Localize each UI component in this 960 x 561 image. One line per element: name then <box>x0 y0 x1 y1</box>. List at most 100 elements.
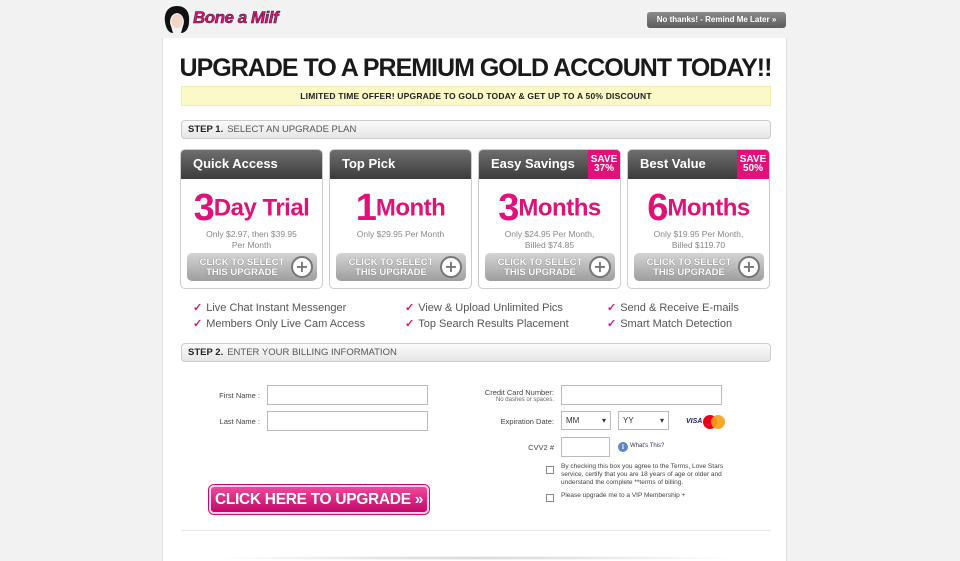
visa-icon: VISA <box>686 418 703 425</box>
feature-item: ✓ Members Only Live Cam Access <box>193 317 365 330</box>
plan-duration: 1Month <box>330 187 471 230</box>
plan-duration-unit: Months <box>518 194 601 222</box>
feature-item: ✓ Top Search Results Placement <box>405 317 569 330</box>
select-plan-button[interactable]: CLICK TO SELECT THIS UPGRADE + <box>634 253 764 281</box>
card-number-label: Credit Card Number: No dashes or spaces. <box>463 388 554 403</box>
plan-duration-number: 3 <box>498 187 519 229</box>
logo-head-icon <box>164 6 190 33</box>
card-number-label-text: Credit Card Number: <box>484 388 554 397</box>
select-plan-button[interactable]: CLICK TO SELECT THIS UPGRADE + <box>187 253 317 281</box>
card-number-hint: No dashes or spaces. <box>495 397 554 403</box>
upgrade-panel: UPGRADE TO A PREMIUM GOLD ACCOUNT TODAY!… <box>162 38 787 561</box>
top-bar: Bone a Milf No thanks! - Remind Me Later… <box>0 0 960 38</box>
feature-label: View & Upload Unlimited Pics <box>418 302 563 314</box>
plan-duration-unit: Months <box>667 194 750 222</box>
chevron-down-icon: ▾ <box>601 416 606 425</box>
last-name-input[interactable] <box>267 411 428 431</box>
plan-card-best-value[interactable]: Best Value SAVE 50% 6Months Only $19.95 P… <box>627 149 770 289</box>
plan-name: Best Value <box>640 156 706 171</box>
select-plan-button[interactable]: CLICK TO SELECT THIS UPGRADE + <box>336 253 466 281</box>
last-name-label: Last Name : <box>219 417 260 426</box>
plan-card-top-pick[interactable]: Top Pick 1Month Only $29.95 Per Month CL… <box>329 149 472 289</box>
plan-duration: 3Day Trial <box>181 187 322 230</box>
terms-text: By checking this box you agree to the Te… <box>561 463 724 486</box>
offer-banner: LIMITED TIME OFFER! UPGRADE TO GOLD TODA… <box>181 86 771 106</box>
step2-number: STEP 2. <box>188 347 224 358</box>
feature-item: ✓ Send & Receive E-mails <box>607 301 739 314</box>
check-icon: ✓ <box>405 302 415 314</box>
select-plan-label: CLICK TO SELECT THIS UPGRADE <box>348 257 434 278</box>
save-badge: SAVE 37% <box>588 150 620 179</box>
check-icon: ✓ <box>193 302 203 314</box>
select-plan-button[interactable]: CLICK TO SELECT THIS UPGRADE + <box>485 253 615 281</box>
plan-name: Quick Access <box>181 150 322 179</box>
feature-item: ✓ Live Chat Instant Messenger <box>193 301 346 314</box>
expiration-month-select[interactable]: MM ▾ <box>561 411 611 430</box>
plan-price-line2: Billed $119.70 <box>671 239 726 250</box>
bottom-shadow <box>203 556 748 560</box>
select-plan-label: CLICK TO SELECT THIS UPGRADE <box>497 257 583 278</box>
page-title: UPGRADE TO A PREMIUM GOLD ACCOUNT TODAY!… <box>179 54 773 82</box>
feature-label: Members Only Live Cam Access <box>206 318 366 330</box>
save-badge-percent: 37% <box>593 163 614 174</box>
plan-duration-number: 3 <box>193 187 215 229</box>
plus-icon: + <box>738 256 760 278</box>
remind-later-button[interactable]: No thanks! - Remind Me Later » <box>647 12 786 28</box>
year-value: YY <box>623 416 634 425</box>
feature-item: ✓ Smart Match Detection <box>607 317 732 330</box>
plan-card-easy-savings[interactable]: Easy Savings SAVE 37% 3Months Only $24.95… <box>478 149 621 289</box>
plan-name: Easy Savings <box>491 156 575 171</box>
plus-icon: + <box>589 256 611 278</box>
first-name-input[interactable] <box>267 385 428 405</box>
check-icon: ✓ <box>193 318 203 330</box>
check-icon: ✓ <box>607 302 617 314</box>
plan-duration-unit: Month <box>375 194 446 222</box>
expiration-label: Expiration Date: <box>500 417 554 426</box>
plan-header: Best Value SAVE 50% <box>628 150 769 179</box>
plus-icon: + <box>291 256 313 278</box>
terms-checkbox[interactable] <box>546 466 554 474</box>
upgrade-button[interactable]: CLICK HERE TO UPGRADE » <box>209 485 429 514</box>
plan-name: Top Pick <box>330 150 471 179</box>
first-name-label: First Name : <box>219 391 260 400</box>
cvv-label: CVV2 # <box>528 443 554 452</box>
plan-price-line1: Only $29.95 Per Month <box>356 229 445 239</box>
select-plan-label: CLICK TO SELECT THIS UPGRADE <box>199 257 285 278</box>
card-number-input[interactable] <box>561 385 722 405</box>
expiration-year-select[interactable]: YY ▾ <box>618 411 669 430</box>
feature-label: Live Chat Instant Messenger <box>206 302 347 314</box>
step2-text: ENTER YOUR BILLING INFORMATION <box>227 347 397 358</box>
info-icon[interactable]: i <box>618 442 628 452</box>
save-badge: SAVE 50% <box>737 150 769 179</box>
feature-label: Send & Receive E-mails <box>620 302 739 314</box>
vip-checkbox[interactable] <box>546 494 554 502</box>
plan-price-line2: Billed $74.85 <box>524 239 575 250</box>
site-logo[interactable]: Bone a Milf <box>163 4 281 34</box>
divider <box>181 530 771 531</box>
cvv-input[interactable] <box>561 437 610 457</box>
month-value: MM <box>566 416 580 425</box>
check-icon: ✓ <box>607 318 617 330</box>
feature-label: Smart Match Detection <box>620 318 733 330</box>
vip-text: Please upgrade me to a VIP Membership + <box>561 492 686 499</box>
feature-label: Top Search Results Placement <box>418 318 569 330</box>
step1-number: STEP 1. <box>188 124 224 135</box>
plan-duration: 6Months <box>628 187 769 230</box>
save-badge-percent: 50% <box>742 163 763 174</box>
logo-text: Bone a Milf <box>193 8 279 28</box>
plan-duration: 3Months <box>479 187 620 230</box>
plan-price-line2: Per Month <box>231 239 272 250</box>
plan-header: Easy Savings SAVE 37% <box>479 150 620 179</box>
step1-bar: STEP 1. SELECT AN UPGRADE PLAN <box>181 120 771 139</box>
step2-bar: STEP 2. ENTER YOUR BILLING INFORMATION <box>181 343 771 362</box>
plan-duration-unit: Day Trial <box>213 194 310 222</box>
plus-icon: + <box>440 256 462 278</box>
whats-this-link[interactable]: What's This? <box>630 443 664 449</box>
plan-duration-number: 6 <box>647 187 668 229</box>
mastercard-icon <box>703 415 725 429</box>
select-plan-label: CLICK TO SELECT THIS UPGRADE <box>646 257 732 278</box>
feature-item: ✓ View & Upload Unlimited Pics <box>405 301 563 314</box>
chevron-down-icon: ▾ <box>659 416 664 425</box>
plan-card-quick-access[interactable]: Quick Access 3Day Trial Only $2.97, then… <box>180 149 323 289</box>
step1-text: SELECT AN UPGRADE PLAN <box>227 124 357 135</box>
